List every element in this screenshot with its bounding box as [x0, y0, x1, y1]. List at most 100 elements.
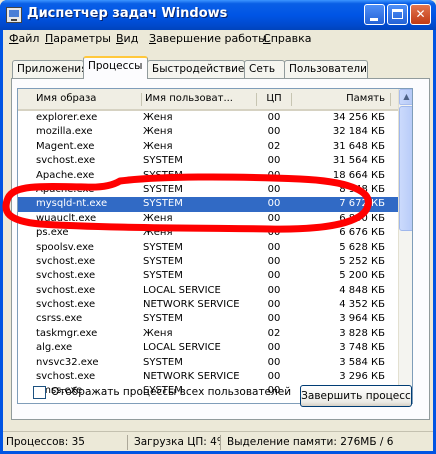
title-bar[interactable]: Диспетчер задач Windows ✕ [0, 0, 436, 30]
tab-strip: Приложения Процессы Быстродействие Сеть … [3, 56, 433, 79]
process-user-cell: SYSTEM [143, 183, 183, 195]
status-cpu-usage: Загрузка ЦП: 4% [131, 435, 221, 450]
column-header-image-name[interactable]: Имя образа [36, 89, 140, 109]
table-row[interactable]: svchost.exe NETWORK SERVICE 00 3 296 КБ [18, 370, 398, 384]
scroll-up-button[interactable]: ▲ [399, 89, 412, 105]
tab-users[interactable]: Пользователи [284, 60, 368, 78]
table-row[interactable]: alg.exe LOCAL SERVICE 00 3 748 КБ [18, 341, 398, 355]
process-list[interactable]: Имя образа Имя пользоват... ЦП Память ex… [17, 88, 413, 404]
column-header-cpu[interactable]: ЦП [258, 89, 290, 109]
process-memory-cell: 8 948 КБ [339, 183, 385, 195]
maximize-button[interactable] [387, 4, 408, 25]
table-row[interactable]: ps.exe Женя 00 6 676 КБ [18, 226, 398, 240]
close-button[interactable]: ✕ [410, 4, 431, 25]
process-cpu-cell: 00 [267, 155, 281, 167]
minimize-icon [370, 18, 378, 21]
process-cpu-cell: 00 [267, 371, 281, 383]
process-name-cell: nvsvc32.exe [36, 356, 99, 368]
process-memory-cell: 18 664 КБ [332, 169, 385, 181]
process-cpu-cell: 00 [267, 126, 281, 138]
table-row[interactable]: Apache.exe SYSTEM 00 8 948 КБ [18, 183, 398, 197]
task-manager-icon [6, 7, 22, 23]
process-memory-cell: 4 352 КБ [339, 299, 385, 311]
table-row[interactable]: svchost.exe SYSTEM 00 5 200 КБ [18, 269, 398, 283]
process-memory-cell: 31 564 КБ [332, 155, 385, 167]
column-header-memory[interactable]: Память [293, 89, 385, 109]
menu-bar: Файл Параметры Вид Завершение работы Спр… [3, 30, 433, 48]
window-client-area: Файл Параметры Вид Завершение работы Спр… [3, 30, 433, 451]
process-memory-cell: 3 748 КБ [339, 342, 385, 354]
process-name-cell: explorer.exe [36, 112, 98, 123]
process-user-cell: NETWORK SERVICE [143, 299, 240, 311]
window-title: Диспетчер задач Windows [27, 6, 228, 21]
menu-file[interactable]: Файл [9, 32, 39, 45]
process-name-cell: Magent.exe [36, 140, 95, 152]
process-cpu-cell: 00 [267, 270, 281, 282]
process-cpu-cell: 00 [267, 241, 281, 253]
process-cpu-cell: 00 [267, 169, 281, 181]
process-cpu-cell: 00 [267, 342, 281, 354]
process-user-cell: SYSTEM [143, 255, 183, 267]
table-row[interactable]: mozilla.exe Женя 00 32 184 КБ [18, 125, 398, 139]
table-row[interactable]: explorer.exe Женя 00 34 256 КБ [18, 111, 398, 125]
table-row[interactable]: svchost.exe SYSTEM 00 5 252 КБ [18, 255, 398, 269]
table-row[interactable]: csrss.exe SYSTEM 00 3 964 КБ [18, 312, 398, 326]
process-name-cell: svchost.exe [36, 255, 96, 267]
process-memory-cell: 3 584 КБ [339, 356, 385, 368]
scroll-thumb[interactable] [399, 106, 412, 231]
process-rows: explorer.exe Женя 00 34 256 КБ mozilla.exe Же… [18, 111, 398, 403]
column-divider[interactable] [390, 93, 391, 106]
process-cpu-cell: 02 [267, 140, 281, 152]
table-row[interactable]: taskmgr.exe Женя 02 3 828 КБ [18, 327, 398, 341]
table-row[interactable]: Apache.exe SYSTEM 00 18 664 КБ [18, 169, 398, 183]
process-memory-cell: 6 800 КБ [339, 212, 385, 224]
process-name-cell: spoolsv.exe [36, 241, 94, 253]
table-row[interactable]: mysqld-nt.exe SYSTEM 00 7 672 КБ [18, 197, 398, 212]
status-bar: Процессов: 35 Загрузка ЦП: 4% Выделение … [3, 431, 433, 451]
minimize-button[interactable] [364, 4, 385, 25]
menu-shutdown[interactable]: Завершение работы [149, 32, 267, 45]
menu-options[interactable]: Параметры [45, 32, 111, 45]
process-name-cell: svchost.exe [36, 155, 96, 167]
process-user-cell: Женя [143, 227, 173, 239]
tab-performance[interactable]: Быстродействие [147, 60, 245, 78]
show-all-users-checkbox[interactable] [33, 386, 46, 399]
tab-applications[interactable]: Приложения [12, 60, 87, 78]
column-divider[interactable] [256, 93, 257, 106]
column-header-user-name[interactable]: Имя пользоват... [145, 89, 255, 109]
process-name-cell: alg.exe [36, 342, 73, 354]
process-cpu-cell: 00 [267, 284, 281, 296]
show-all-users-label[interactable]: Отображать процессы всех пользователей [51, 386, 291, 398]
list-header: Имя образа Имя пользоват... ЦП Память [18, 89, 398, 111]
table-row[interactable]: svchost.exe LOCAL SERVICE 00 4 848 КБ [18, 284, 398, 298]
process-user-cell: SYSTEM [143, 313, 183, 325]
tab-processes[interactable]: Процессы [83, 56, 148, 79]
table-row[interactable]: Magent.exe Женя 02 31 648 КБ [18, 140, 398, 154]
process-name-cell: ps.exe [36, 227, 69, 239]
menu-help[interactable]: Справка [263, 32, 311, 45]
process-memory-cell: 3 828 КБ [339, 327, 385, 339]
process-name-cell: svchost.exe [36, 299, 96, 311]
process-cpu-cell: 00 [267, 356, 281, 368]
tab-network[interactable]: Сеть [244, 60, 285, 78]
process-cpu-cell: 00 [267, 313, 281, 325]
process-user-cell: NETWORK SERVICE [143, 371, 240, 383]
menu-view[interactable]: Вид [116, 32, 138, 45]
table-row[interactable]: nvsvc32.exe SYSTEM 00 3 584 КБ [18, 356, 398, 370]
vertical-scrollbar[interactable]: ▲ ▼ [398, 89, 412, 403]
column-divider[interactable] [141, 93, 142, 106]
process-user-cell: SYSTEM [143, 155, 183, 167]
table-row[interactable]: spoolsv.exe SYSTEM 00 5 628 КБ [18, 241, 398, 255]
table-row[interactable]: svchost.exe SYSTEM 00 31 564 КБ [18, 154, 398, 168]
table-row[interactable]: svchost.exe NETWORK SERVICE 00 4 352 КБ [18, 298, 398, 312]
process-memory-cell: 3 964 КБ [339, 313, 385, 325]
column-divider[interactable] [291, 93, 292, 106]
process-name-cell: taskmgr.exe [36, 327, 98, 339]
process-user-cell: SYSTEM [143, 198, 183, 210]
process-memory-cell: 4 848 КБ [339, 284, 385, 296]
process-memory-cell: 6 676 КБ [339, 227, 385, 239]
status-commit-charge: Выделение памяти: 276МБ / 6 [227, 436, 394, 448]
end-process-button[interactable]: Завершить процесс [300, 385, 412, 407]
process-user-cell: SYSTEM [143, 169, 183, 181]
table-row[interactable]: wuauclt.exe Женя 00 6 800 КБ [18, 212, 398, 226]
